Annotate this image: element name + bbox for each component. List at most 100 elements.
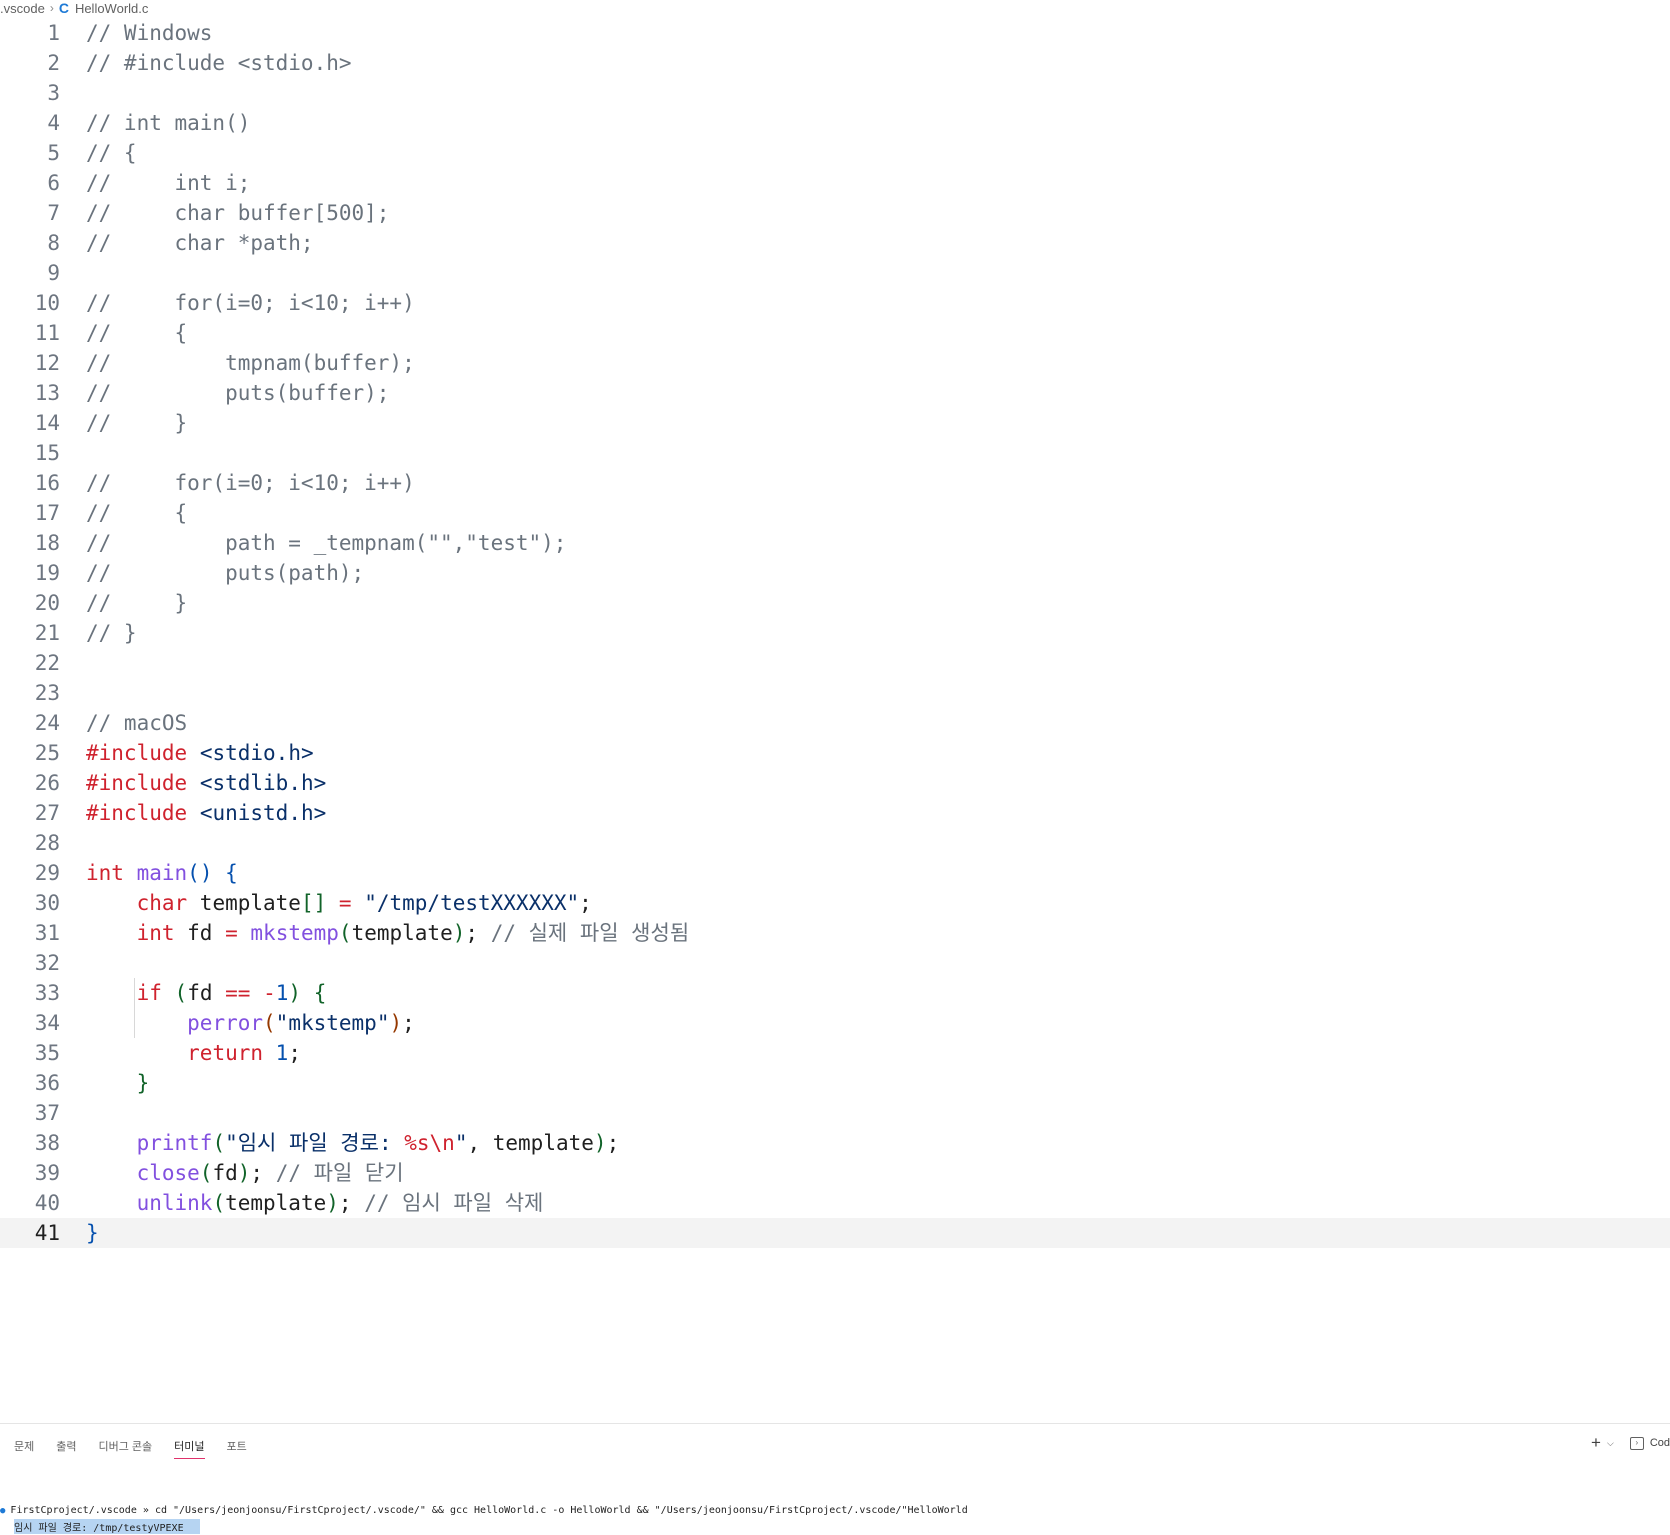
line-number: 23 [34,681,60,705]
code-line[interactable]: 8 // char *path; [0,228,1670,258]
code-token: "/tmp/testXXXXXX" [364,891,580,915]
line-number: 29 [34,861,60,885]
code-line[interactable]: 38 printf("임시 파일 경로: %s\n", template); [0,1128,1670,1158]
code-text: #include <stdlib.h> [86,768,326,798]
code-token: ; [250,1161,276,1185]
code-line[interactable]: 29 int main() { [0,858,1670,888]
code-line[interactable]: 14 // } [0,408,1670,438]
code-line[interactable]: 19 // puts(path); [0,558,1670,588]
code-line[interactable]: 3 [0,78,1670,108]
code-line[interactable]: 37 [0,1098,1670,1128]
code-token: ; [402,1011,415,1035]
code-text: // puts(path); [86,558,364,588]
code-text: return 1; [86,1038,301,1068]
line-number: 20 [34,591,60,615]
code-line[interactable]: 36 } [0,1068,1670,1098]
code-line[interactable]: 23 [0,678,1670,708]
code-token: // #include <stdio.h> [86,51,352,75]
code-line[interactable]: 20 // } [0,588,1670,618]
code-token: int [86,861,124,885]
terminal-prompt: FirstCproject/.vscode [10,1505,137,1516]
code-line[interactable]: 11 // { [0,318,1670,348]
breadcrumb-folder[interactable]: .vscode [0,1,45,16]
line-number: 39 [34,1161,60,1185]
code-line[interactable]: 2 // #include <stdio.h> [0,48,1670,78]
code-line[interactable]: 15 [0,438,1670,468]
code-line[interactable]: 33 if (fd == -1) { [0,978,1670,1008]
terminal-output[interactable]: 임시 파일 경로: /tmp/testyVPEXE [14,1519,200,1534]
code-token: // { [86,501,188,525]
code-line[interactable]: 35 return 1; [0,1038,1670,1068]
terminal-command-line[interactable]: ● FirstCproject/.vscode » cd "/Users/jeon… [0,1505,968,1516]
code-line[interactable]: 17 // { [0,498,1670,528]
code-token: // } [86,411,188,435]
code-line[interactable]: 21 // } [0,618,1670,648]
line-number: 31 [34,921,60,945]
code-editor[interactable]: 1// Windows 2// #include <stdio.h> 3 4// in… [0,18,1670,1423]
line-number: 33 [34,981,60,1005]
code-line[interactable]: 1 // Windows [0,18,1670,48]
tab-debug-console[interactable]: 디버그 콘솔 [99,1438,153,1459]
code-text: if (fd == -1) { [86,978,327,1008]
code-line[interactable]: 10 // for(i=0; i<10; i++) [0,288,1670,318]
code-text: // char buffer[500]; [86,198,389,228]
code-line[interactable]: 41} [0,1218,1670,1248]
code-token: ; [338,1191,365,1215]
code-line[interactable]: 32 [0,948,1670,978]
add-terminal-icon[interactable]: + [1591,1434,1601,1451]
code-text: // } [86,408,187,438]
code-line[interactable]: 24 // macOS [0,708,1670,738]
code-line[interactable]: 12 // tmpnam(buffer); [0,348,1670,378]
code-line[interactable]: 22 [0,648,1670,678]
code-text: // #include <stdio.h> [86,48,352,78]
breadcrumb-file[interactable]: HelloWorld.c [75,1,148,16]
code-text: // path = _tempnam("","test"); [86,528,566,558]
code-token: ; [465,921,491,945]
code-line[interactable]: 18 // path = _tempnam("","test"); [0,528,1670,558]
code-line[interactable]: 34 perror("mkstemp"); [0,1008,1670,1038]
code-text: // for(i=0; i<10; i++) [86,468,415,498]
code-line[interactable]: 39 close(fd); // 파일 닫기 [0,1158,1670,1188]
line-number: 24 [34,711,60,735]
code-line[interactable]: 28 [0,828,1670,858]
tab-terminal[interactable]: 터미널 [174,1438,205,1459]
terminal-instance-label[interactable]: Cod [1650,1437,1670,1449]
tab-problems[interactable]: 문제 [14,1438,34,1459]
code-token: // { [86,321,188,345]
chevron-down-icon[interactable]: ⌵ [1607,1438,1614,1449]
code-line[interactable]: 4 // int main() [0,108,1670,138]
tab-ports[interactable]: 포트 [227,1438,247,1459]
code-token: } [136,1071,150,1095]
code-line[interactable]: 30 char template[] = "/tmp/testXXXXXX"; [0,888,1670,918]
line-number: 5 [47,141,60,165]
breadcrumb: .vscode › C HelloWorld.c [0,0,1670,16]
terminal-icon[interactable]: › [1629,1436,1644,1450]
code-line[interactable]: 31 int fd = mkstemp(template); // 실제 파일 … [0,918,1670,948]
code-line[interactable]: 26 #include <stdlib.h> [0,768,1670,798]
code-token: unlink [136,1191,213,1215]
code-line[interactable]: 7 // char buffer[500]; [0,198,1670,228]
code-line[interactable]: 5 // { [0,138,1670,168]
line-number: 41 [34,1221,60,1245]
code-line[interactable]: 9 [0,258,1670,288]
code-text: // for(i=0; i<10; i++) [86,288,415,318]
line-number: 14 [34,411,60,435]
code-token: // 임시 파일 삭제 [364,1191,544,1215]
code-line[interactable]: 6 // int i; [0,168,1670,198]
code-line[interactable]: 25 #include <stdio.h> [0,738,1670,768]
line-number: 6 [47,171,60,195]
code-text: int fd = mkstemp(template); // 실제 파일 생성됨 [86,918,690,948]
code-token: ( [338,921,352,945]
code-line[interactable]: 13 // puts(buffer); [0,378,1670,408]
code-text: // } [86,618,137,648]
code-text: } [86,1068,150,1098]
code-line[interactable]: 16 // for(i=0; i<10; i++) [0,468,1670,498]
tab-output[interactable]: 출력 [56,1438,76,1459]
code-line[interactable]: 40 unlink(template); // 임시 파일 삭제 [0,1188,1670,1218]
code-line[interactable]: 27 #include <unistd.h> [0,798,1670,828]
